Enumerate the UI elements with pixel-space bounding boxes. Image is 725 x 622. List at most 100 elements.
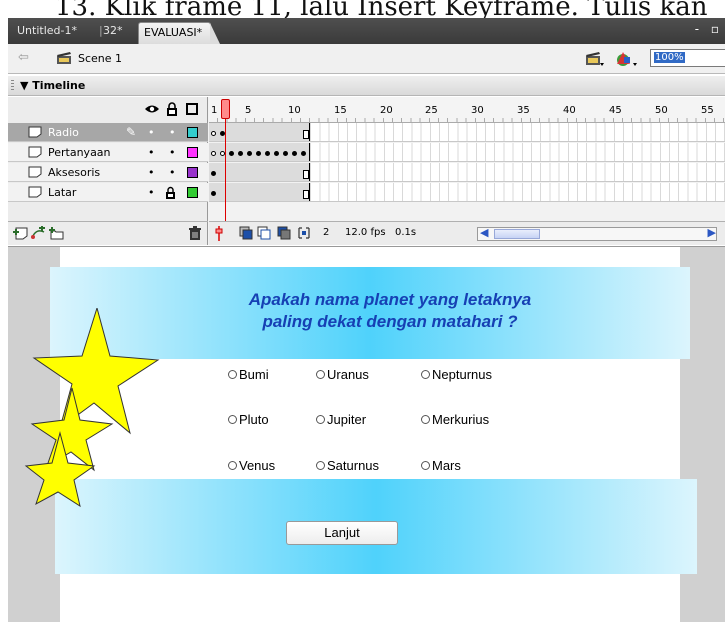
tab-untitled-1[interactable]: Untitled-1*: [12, 20, 82, 42]
radio-option-nepturnus[interactable]: Nepturnus: [421, 367, 492, 382]
layer-row-radio[interactable]: Radio ✎ • •: [8, 123, 208, 142]
edit-scene-icon[interactable]: [585, 50, 605, 68]
keyframe[interactable]: [256, 151, 261, 156]
scroll-left-icon[interactable]: ◀: [480, 226, 488, 239]
window-controls[interactable]: - ▫: [695, 22, 723, 36]
outline-color-swatch[interactable]: [187, 147, 198, 158]
current-frame: 2: [323, 227, 330, 238]
frame-ruler[interactable]: 1 5 10 15 20 25 30 35 40 45 50 55: [209, 97, 725, 123]
lanjut-button[interactable]: Lanjut: [286, 521, 398, 545]
radio-option-merkurius[interactable]: Merkurius: [421, 412, 489, 427]
visibility-dot[interactable]: •: [148, 186, 155, 199]
eye-icon[interactable]: [144, 103, 160, 115]
outline-color-swatch[interactable]: [187, 167, 198, 178]
back-arrow-icon[interactable]: ⇦: [18, 50, 29, 65]
timeline-header[interactable]: ▼ Timeline: [8, 76, 725, 96]
layer-row-latar[interactable]: Latar •: [8, 183, 208, 202]
tab-evaluasi[interactable]: EVALUASI*: [138, 22, 221, 44]
visibility-dot[interactable]: •: [148, 146, 155, 159]
layer-row-pertanyaan[interactable]: Pertanyaan • •: [8, 143, 208, 162]
keyframe[interactable]: [211, 171, 216, 176]
zoom-value: 100%: [654, 52, 685, 63]
ruler-number: 50: [655, 105, 668, 116]
layer-locked-icon[interactable]: [165, 186, 176, 199]
radio-button[interactable]: [421, 461, 430, 470]
question-line-1: Apakah nama planet yang letaknya: [248, 290, 532, 309]
ruler-number: 10: [288, 105, 301, 116]
radio-button[interactable]: [228, 415, 237, 424]
question-text: Apakah nama planet yang letaknya paling …: [90, 289, 690, 333]
scroll-right-icon[interactable]: ▶: [708, 226, 716, 239]
radio-option-pluto[interactable]: Pluto: [228, 412, 269, 427]
ruler-number: 40: [563, 105, 576, 116]
layer-name: Aksesoris: [48, 166, 101, 179]
frame-row-radio[interactable]: [209, 123, 725, 142]
radio-option-venus[interactable]: Venus: [228, 458, 275, 473]
keyframe[interactable]: [274, 151, 279, 156]
radio-option-bumi[interactable]: Bumi: [228, 367, 269, 382]
blank-keyframe[interactable]: [211, 131, 216, 136]
timeline-horizontal-scrollbar[interactable]: ◀ ▶: [477, 226, 717, 241]
frame-row-aksesoris[interactable]: [209, 163, 725, 182]
radio-label: Uranus: [327, 367, 369, 382]
radio-button[interactable]: [228, 461, 237, 470]
frame-end-marker: [303, 190, 309, 199]
question-panel: Apakah nama planet yang letaknya paling …: [50, 267, 690, 359]
blank-keyframe[interactable]: [211, 151, 216, 156]
insert-layer-folder-icon[interactable]: [48, 226, 64, 241]
lock-dot[interactable]: •: [169, 166, 176, 179]
frame-rate: 12.0 fps: [345, 227, 386, 238]
timeline-title[interactable]: ▼ Timeline: [20, 79, 85, 92]
layer-name: Latar: [48, 186, 77, 199]
add-motion-guide-icon[interactable]: [30, 226, 46, 241]
frame-row-latar[interactable]: [209, 183, 725, 202]
frame-grid[interactable]: 1 5 10 15 20 25 30 35 40 45 50 55: [209, 97, 725, 221]
radio-button[interactable]: [228, 370, 237, 379]
onion-skin-outlines-icon[interactable]: [257, 226, 271, 241]
radio-button[interactable]: [316, 461, 325, 470]
tab-32[interactable]: 32*: [98, 20, 128, 42]
keyframe[interactable]: [247, 151, 252, 156]
keyframe[interactable]: [292, 151, 297, 156]
keyframe[interactable]: [265, 151, 270, 156]
radio-label: Mars: [432, 458, 461, 473]
lock-dot[interactable]: •: [169, 126, 176, 139]
outline-color-swatch[interactable]: [187, 127, 198, 138]
playhead-handle[interactable]: [221, 99, 230, 119]
radio-option-saturnus[interactable]: Saturnus: [316, 458, 379, 473]
visibility-dot[interactable]: •: [148, 126, 155, 139]
playhead[interactable]: [221, 97, 230, 221]
zoom-input[interactable]: 100%: [650, 49, 725, 67]
keyframe[interactable]: [211, 191, 216, 196]
lock-dot[interactable]: •: [169, 146, 176, 159]
radio-button[interactable]: [316, 415, 325, 424]
radio-button[interactable]: [421, 370, 430, 379]
edit-symbols-icon[interactable]: [615, 50, 639, 68]
ruler-number: 20: [380, 105, 393, 116]
radio-option-jupiter[interactable]: Jupiter: [316, 412, 366, 427]
panel-grip-icon[interactable]: [11, 80, 14, 92]
scene-label[interactable]: Scene 1: [78, 52, 122, 65]
radio-button[interactable]: [421, 415, 430, 424]
outline-color-swatch[interactable]: [187, 187, 198, 198]
scroll-thumb[interactable]: [494, 229, 540, 239]
insert-layer-icon[interactable]: [12, 226, 28, 241]
radio-label: Nepturnus: [432, 367, 492, 382]
radio-option-uranus[interactable]: Uranus: [316, 367, 369, 382]
outline-icon[interactable]: [186, 103, 198, 115]
visibility-dot[interactable]: •: [148, 166, 155, 179]
lock-icon[interactable]: [166, 102, 178, 116]
keyframe[interactable]: [238, 151, 243, 156]
keyframe[interactable]: [301, 151, 306, 156]
center-frame-icon[interactable]: [213, 226, 225, 241]
frame-row-pertanyaan[interactable]: [209, 143, 725, 162]
onion-skin-icon[interactable]: [239, 226, 253, 241]
edit-multiple-frames-icon[interactable]: [277, 226, 291, 241]
trash-icon[interactable]: [188, 226, 202, 241]
layer-row-aksesoris[interactable]: Aksesoris • •: [8, 163, 208, 182]
radio-button[interactable]: [316, 370, 325, 379]
layer-icon: [28, 126, 42, 138]
modify-onion-markers-icon[interactable]: [297, 226, 311, 241]
keyframe[interactable]: [283, 151, 288, 156]
radio-option-mars[interactable]: Mars: [421, 458, 461, 473]
